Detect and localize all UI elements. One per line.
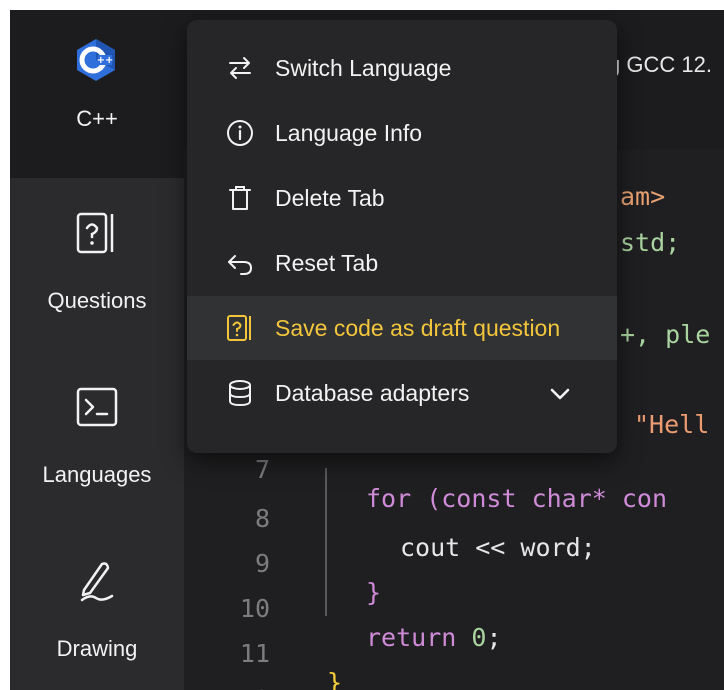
pencil-squiggle-icon xyxy=(80,562,114,602)
code-line: 8 cout << word; xyxy=(184,475,724,562)
question-square-icon xyxy=(76,212,114,254)
menu-item-save-draft-question[interactable]: Save code as draft question xyxy=(187,296,617,360)
sidebar-item-label: Languages xyxy=(42,462,152,487)
code-line: 11 } xyxy=(184,610,724,690)
code-line: 9 } xyxy=(184,520,724,607)
trash-icon xyxy=(229,186,251,210)
menu-item-label: Delete Tab xyxy=(275,185,385,211)
code-line: 12 xyxy=(184,656,724,690)
line-number: 12 xyxy=(214,685,270,690)
terminal-icon xyxy=(76,387,118,427)
chevron-down-icon[interactable] xyxy=(547,381,573,407)
app-window: ++ C++ Questions Languages Drawing g GCC… xyxy=(10,10,724,690)
menu-item-database-adapters[interactable]: Database adapters xyxy=(187,361,617,425)
cpp-logo-text: ++ xyxy=(97,55,114,66)
std-fragment: std; xyxy=(620,228,681,257)
language-selector[interactable]: ++ C++ xyxy=(10,10,184,178)
undo-arrow-icon xyxy=(228,255,253,275)
code-line: 10 return 0; xyxy=(184,565,724,652)
sidebar-item-label: Drawing xyxy=(56,636,138,661)
database-icon xyxy=(229,380,251,407)
sidebar-item-label: Questions xyxy=(47,288,147,313)
question-square-icon xyxy=(227,315,251,341)
menu-item-label: Language Info xyxy=(275,120,423,146)
menu-item-label: Save code as draft question xyxy=(275,315,561,341)
menu-item-label: Reset Tab xyxy=(275,250,379,276)
context-menu: Switch Language Language Info Delete Tab xyxy=(187,20,617,453)
menu-item-switch-language[interactable]: Switch Language xyxy=(187,36,617,100)
menu-item-label: Database adapters xyxy=(275,380,470,406)
menu-item-language-info[interactable]: Language Info xyxy=(187,101,617,165)
menu-item-label: Switch Language xyxy=(275,55,452,81)
cpp-logo-icon: ++ xyxy=(77,39,115,81)
string-fragment: +, ple xyxy=(620,320,711,349)
menu-item-reset-tab[interactable]: Reset Tab xyxy=(187,231,617,295)
sidebar: ++ C++ Questions Languages Drawing xyxy=(10,10,184,690)
info-circle-icon xyxy=(227,120,253,146)
compiler-label: g GCC 12. xyxy=(608,52,712,77)
switch-arrows-icon xyxy=(229,57,251,79)
menu-item-delete-tab[interactable]: Delete Tab xyxy=(187,166,617,230)
current-language-label: C++ xyxy=(76,106,118,131)
